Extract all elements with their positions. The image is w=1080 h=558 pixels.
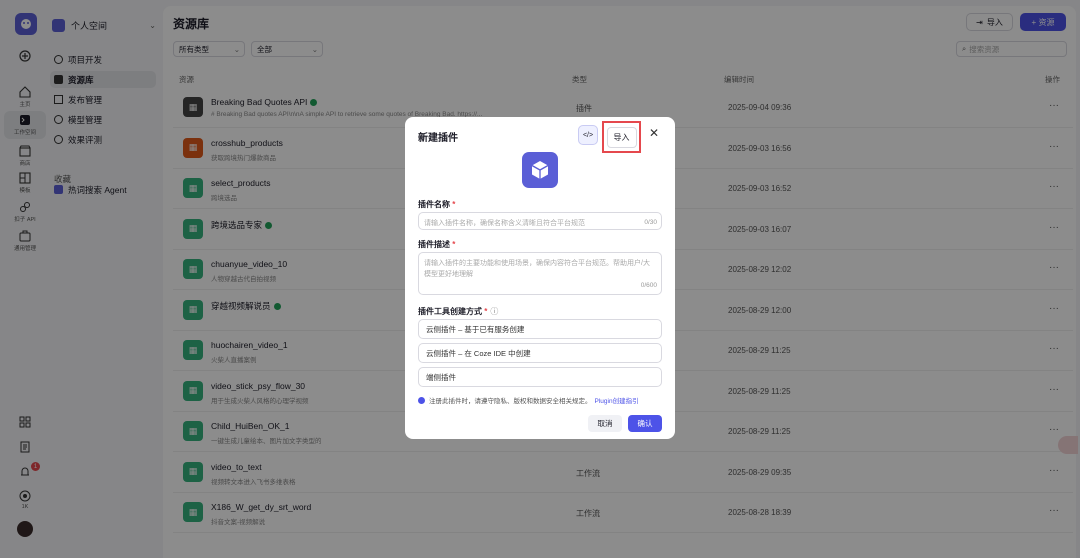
info-icon[interactable]: ⓘ <box>490 307 498 316</box>
cancel-button[interactable]: 取消 <box>588 415 622 432</box>
option-local[interactable]: 端侧插件 <box>418 367 662 387</box>
plugin-cube-icon <box>522 152 558 188</box>
desc-counter: 0/600 <box>640 282 657 289</box>
code-icon[interactable]: </> <box>578 125 598 145</box>
dialog-title: 新建插件 <box>418 133 458 144</box>
plugin-name-label: 插件名称 * <box>418 200 456 209</box>
info-icon <box>418 396 425 404</box>
plugin-desc-input[interactable]: 请输入插件的主要功能和使用场景，确保内容符合平台规范。帮助用户/大模型更好地理解… <box>418 252 662 295</box>
dialog-import-button[interactable]: 导入 <box>602 121 641 153</box>
plugin-desc-label: 插件描述 * <box>418 240 456 249</box>
option-cloud-existing[interactable]: 云侧插件 – 基于已有服务创建 <box>418 319 662 339</box>
confirm-button[interactable]: 确认 <box>628 415 662 432</box>
plugin-guide-link[interactable]: Plugin创建指引 <box>595 395 639 405</box>
name-counter: 0/30 <box>644 219 657 226</box>
close-icon[interactable]: ✕ <box>649 126 659 140</box>
creation-method-label: 插件工具创建方式 * ⓘ <box>418 307 499 316</box>
new-plugin-dialog: 新建插件 </> 导入 ✕ 插件名称 * 请输入插件名称，确保名称含义清晰且符合… <box>405 117 675 439</box>
plugin-name-input[interactable]: 请输入插件名称，确保名称含义清晰且符合平台规范 0/30 <box>418 212 662 230</box>
option-cloud-ide[interactable]: 云侧插件 – 在 Coze IDE 中创建 <box>418 343 662 363</box>
compliance-note: 注册此插件时，请遵守隐私、版权和数据安全相关规定。 Plugin创建指引 <box>418 395 639 405</box>
